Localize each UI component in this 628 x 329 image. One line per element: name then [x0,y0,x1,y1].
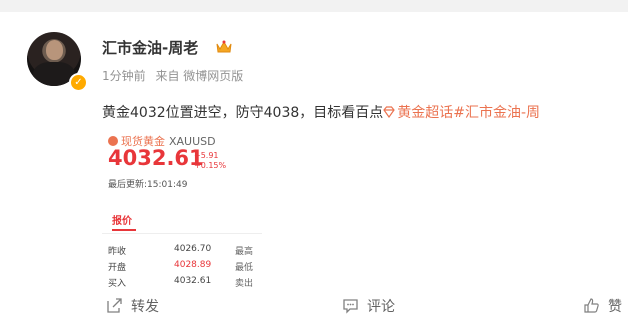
quote-row-label2: 最低 [235,263,254,273]
gold-quote-card[interactable]: 现货黄金 XAUUSD 4032.61 +5.91 +0.15% 最后更新:15:… [102,130,262,298]
quote-row-value: 4026.70 [174,244,212,254]
avatar-face [46,40,63,60]
forward-button[interactable]: 转发 [106,296,159,316]
weibo-post-card: ✓ 汇市金油-周老 1分钟前 来自 微博网页版 黄金4032位置进空，防守403… [0,12,628,329]
quote-row-label: 昨收 [108,247,127,257]
post-source: 来自 微博网页版 [155,69,244,83]
comment-label: 评论 [367,299,395,315]
diamond-icon [383,106,396,118]
quote-row-label2: 卖出 [235,279,254,289]
quote-logo-icon [108,136,118,146]
post-time[interactable]: 1分钟前 [102,69,146,83]
quote-row-value: 4028.89 [174,260,212,270]
quote-change: +5.91 +0.15% [194,151,226,171]
post-text: 黄金4032位置进空，防守4038，目标看百点 [102,105,384,121]
divider [102,233,262,234]
topic-link[interactable]: 黄金超话 [397,105,453,121]
username[interactable]: 汇市金油-周老 [102,37,198,58]
quote-updated: 最后更新:15:01:49 [108,180,188,190]
post-meta: 1分钟前 来自 微博网页版 [102,67,249,84]
quote-row-value: 4032.61 [174,276,212,286]
forward-label: 转发 [131,299,159,315]
tab-quote[interactable]: 报价 [112,212,132,227]
quote-row-label: 买入 [108,279,127,289]
like-label: 赞 [608,299,622,315]
quote-price: 4032.61 [108,146,204,170]
quote-change-pct: +0.15% [194,161,227,170]
crown-icon[interactable] [215,39,233,55]
comment-button[interactable]: 评论 [342,296,395,316]
thumbs-up-icon [584,298,599,313]
action-bar: 转发 评论 赞 [0,290,628,320]
comment-icon [343,299,358,314]
forward-icon [107,298,122,313]
quote-row-label2: 最高 [235,247,254,257]
post-body: 黄金4032位置进空，防守4038，目标看百点 黄金超话#汇市金油-周 [102,102,540,122]
verified-badge-icon: ✓ [69,73,88,92]
quote-change-abs: +5.91 [194,151,219,160]
quote-row-label: 开盘 [108,263,127,273]
topic-tag-link[interactable]: #汇市金油-周 [453,105,540,121]
like-button[interactable]: 赞 [583,296,622,316]
tab-underline [112,229,136,231]
